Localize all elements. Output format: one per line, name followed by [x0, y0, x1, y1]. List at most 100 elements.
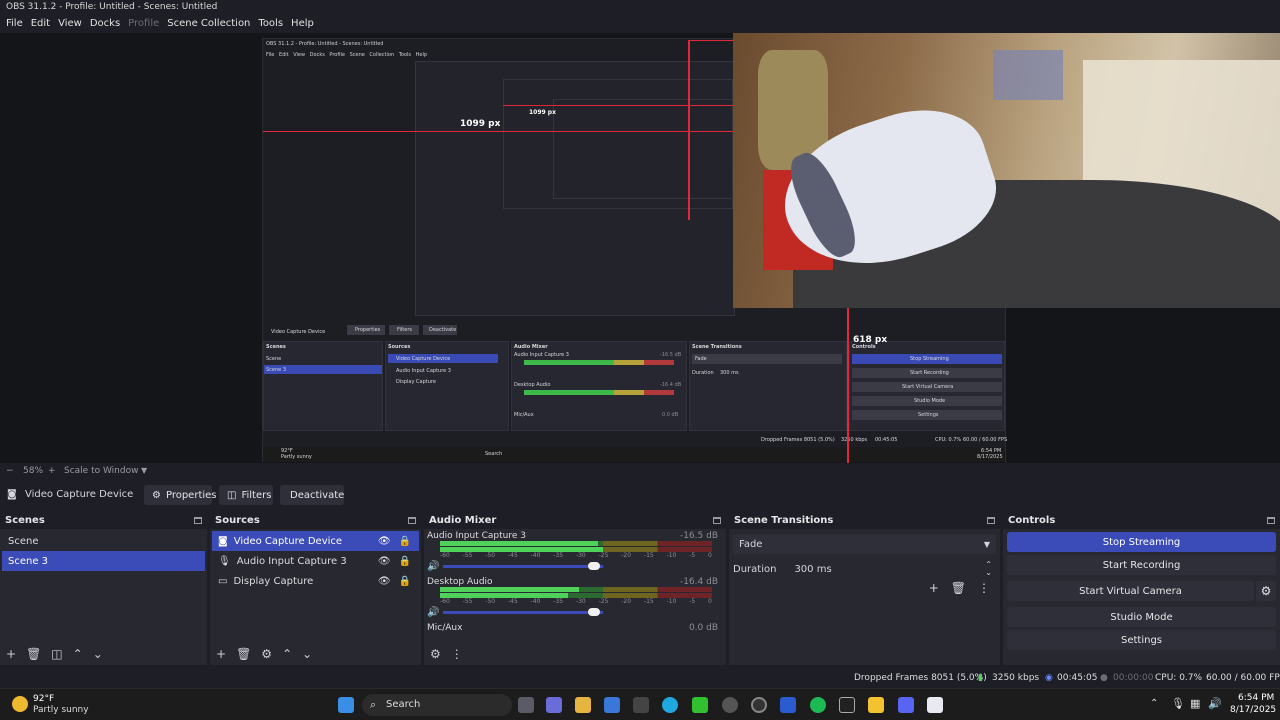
menu-help[interactable]: Help: [287, 16, 318, 33]
speaker-icon[interactable]: 🔊: [427, 561, 439, 572]
taskbar-search[interactable]: ⌕ Search: [362, 694, 512, 716]
menu-edit[interactable]: Edit: [27, 16, 54, 33]
scenes-dock: Scenes Scene Scene 3 + 🗑 ◫ ⌃ ⌄: [0, 512, 207, 665]
properties-button[interactable]: ⚙ Properties: [144, 485, 217, 505]
app-icon[interactable]: [780, 697, 796, 713]
preview-canvas[interactable]: OBS 31.1.2 - Profile: Untitled - Scenes:…: [0, 33, 1280, 463]
menu-profile[interactable]: Profile: [124, 16, 163, 33]
speaker-icon[interactable]: 🔊: [427, 607, 439, 618]
filters-button[interactable]: ◫ Filters: [219, 485, 273, 505]
mic-icon[interactable]: 🎙: [1171, 697, 1185, 710]
windows-start-icon[interactable]: [338, 697, 354, 713]
scene-item[interactable]: Scene 3: [2, 551, 205, 571]
app-icon[interactable]: [633, 697, 649, 713]
chevron-down-icon[interactable]: ▼: [141, 466, 147, 475]
obs-icon[interactable]: [751, 697, 767, 713]
trash-icon[interactable]: 🗑: [26, 647, 41, 661]
mini-properties: Properties: [347, 325, 385, 335]
eye-icon[interactable]: 👁: [378, 556, 391, 567]
clock-date[interactable]: 8/17/2025: [1230, 705, 1276, 715]
eye-icon[interactable]: 👁: [378, 536, 391, 547]
menu-tools[interactable]: Tools: [254, 16, 287, 33]
menu-scene-collection[interactable]: Scene Collection: [163, 16, 254, 33]
measure-line-vertical: [847, 308, 849, 463]
title-bar: OBS 31.1.2 - Profile: Untitled - Scenes:…: [0, 0, 1280, 16]
mini-audio-panel: Audio Mixer Audio Input Capture 3 -16.5 …: [511, 341, 687, 431]
chatgpt-icon[interactable]: [722, 697, 738, 713]
discord-icon[interactable]: [898, 697, 914, 713]
scene-item[interactable]: Scene: [2, 531, 205, 551]
source-item[interactable]: ◙ Video Capture Device 👁 🔒: [212, 531, 419, 551]
volume-slider[interactable]: [443, 561, 604, 570]
settings-button[interactable]: Settings: [1007, 630, 1276, 650]
menu-view[interactable]: View: [54, 16, 86, 33]
source-item[interactable]: ▭ Display Capture 👁 🔒: [212, 571, 419, 591]
clock-time[interactable]: 6:54 PM: [1238, 693, 1274, 703]
eye-icon[interactable]: 👁: [378, 576, 391, 587]
file-explorer-icon[interactable]: [575, 697, 591, 713]
undock-icon[interactable]: [713, 517, 721, 524]
add-icon[interactable]: +: [6, 647, 16, 661]
deactivate-button[interactable]: Deactivate: [280, 485, 344, 505]
kick-icon[interactable]: [692, 697, 708, 713]
stop-streaming-button[interactable]: Stop Streaming: [1007, 532, 1276, 552]
menu-file[interactable]: File: [2, 16, 27, 33]
zoom-bar: − 58% + Scale to Window ▼: [0, 463, 1280, 480]
add-icon[interactable]: +: [216, 647, 226, 661]
undock-icon[interactable]: [194, 517, 202, 524]
zoom-out-button[interactable]: −: [6, 466, 14, 476]
signal-icon: ▮: [978, 673, 983, 683]
app-icon[interactable]: [927, 697, 943, 713]
lock-icon[interactable]: 🔒: [399, 536, 411, 547]
lock-icon[interactable]: 🔒: [399, 556, 411, 567]
gear-icon[interactable]: ⚙: [1256, 581, 1276, 601]
spotify-icon[interactable]: [810, 697, 826, 713]
teams-icon[interactable]: [546, 697, 562, 713]
add-icon[interactable]: +: [929, 581, 939, 595]
sources-dock: Sources ◙ Video Capture Device 👁 🔒 🎙 Audi…: [210, 512, 421, 665]
mixer-channel: Audio Input Capture 3 -16.5 dB -60 -55 -50-…: [427, 531, 718, 572]
trash-icon[interactable]: 🗑: [236, 647, 251, 661]
store-icon[interactable]: [604, 697, 620, 713]
nested-title: OBS 31.1.2 - Profile: Untitled - Scenes:…: [266, 41, 384, 47]
lock-icon[interactable]: 🔒: [399, 576, 411, 587]
meter-ticks: -60 -55 -50 -45 -40 -35 -30 -25 -20 -15 -10 -5 0: [440, 552, 712, 559]
network-icon[interactable]: ▦: [1190, 697, 1200, 710]
start-virtual-camera-button[interactable]: Start Virtual Camera: [1007, 581, 1254, 601]
edge-icon[interactable]: [662, 697, 678, 713]
controls-header: Controls: [1003, 512, 1280, 529]
mini-status: Dropped Frames 8051 (5.0%): [761, 437, 835, 443]
rockstar-icon[interactable]: [868, 697, 884, 713]
source-item[interactable]: 🎙 Audio Input Capture 3 👁 🔒: [212, 551, 419, 571]
chevron-up-icon[interactable]: ⌃: [282, 647, 292, 661]
filters-icon[interactable]: ◫: [51, 647, 62, 661]
chevron-down-icon[interactable]: ⌄: [93, 647, 103, 661]
studio-mode-button[interactable]: Studio Mode: [1007, 607, 1276, 627]
chevron-up-icon[interactable]: ⌃: [1150, 698, 1158, 709]
undock-icon[interactable]: [408, 517, 416, 524]
stepper-icon[interactable]: ⌃ ⌄: [985, 561, 992, 577]
advanced-audio-icon[interactable]: ⚙: [430, 647, 441, 661]
mixer-channel: Desktop Audio -16.4 dB -60 -55 -50 -45 -40 -35…: [427, 577, 718, 618]
zoom-in-button[interactable]: +: [48, 466, 56, 476]
speaker-icon[interactable]: 🔊: [1208, 697, 1222, 710]
trash-icon[interactable]: 🗑: [951, 581, 966, 595]
undock-icon[interactable]: [987, 517, 995, 524]
undock-icon[interactable]: [1267, 517, 1275, 524]
measure-label-small: 1099 px: [529, 109, 556, 116]
transition-select[interactable]: Fade ▼: [733, 534, 996, 554]
more-icon[interactable]: ⋮: [978, 581, 990, 595]
chevron-up-icon[interactable]: ⌃: [73, 647, 83, 661]
volume-slider[interactable]: [443, 607, 604, 616]
task-view-icon[interactable]: [518, 697, 534, 713]
app-icon[interactable]: [839, 697, 855, 713]
start-recording-button[interactable]: Start Recording: [1007, 555, 1276, 575]
sources-toolbar: + 🗑 ⚙ ⌃ ⌄: [210, 643, 421, 665]
scenes-toolbar: + 🗑 ◫ ⌃ ⌄: [0, 643, 207, 665]
gear-icon[interactable]: ⚙: [261, 647, 272, 661]
chevron-down-icon[interactable]: ⌄: [302, 647, 312, 661]
scale-to-window[interactable]: Scale to Window: [64, 466, 138, 476]
more-icon[interactable]: ⋮: [451, 647, 463, 661]
menu-docks[interactable]: Docks: [86, 16, 124, 33]
duration-input[interactable]: 300 ms ⌃ ⌄: [788, 559, 996, 579]
